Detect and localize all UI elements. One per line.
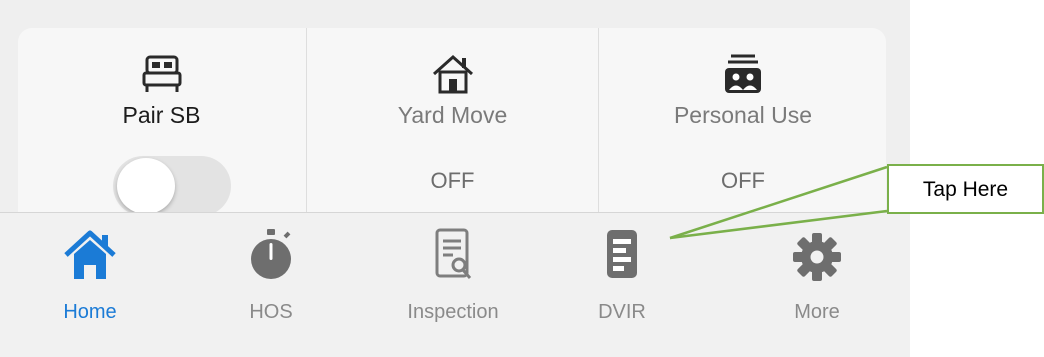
- stopwatch-icon: [251, 229, 291, 279]
- tap-here-callout: Tap Here: [887, 164, 1044, 214]
- tab-inspection[interactable]: Inspection: [383, 213, 523, 343]
- tab-more-label: More: [794, 301, 840, 323]
- yard-move-cell[interactable]: Yard Move OFF: [306, 28, 598, 228]
- pair-sb-cell: Pair SB: [18, 28, 305, 228]
- house-icon: [432, 54, 473, 94]
- home-icon: [64, 230, 116, 279]
- tab-inspection-label: Inspection: [407, 301, 499, 323]
- inspection-icon: [435, 228, 472, 279]
- tab-more[interactable]: More: [747, 213, 887, 343]
- dvir-icon: [607, 230, 637, 278]
- personal-use-value: OFF: [721, 168, 765, 193]
- personal-use-label: Personal Use: [673, 102, 813, 128]
- bottom-tab-bar: Home HOS Inspection DVIR More: [0, 212, 910, 357]
- yard-move-value: OFF: [430, 168, 475, 193]
- tab-home[interactable]: Home: [20, 213, 160, 343]
- pair-sb-label: Pair SB: [122, 102, 201, 128]
- tab-dvir-label: DVIR: [598, 301, 646, 323]
- yard-move-label: Yard Move: [397, 102, 508, 128]
- bed-icon: [142, 55, 181, 92]
- tab-hos[interactable]: HOS: [201, 213, 341, 343]
- personal-use-icon: [725, 54, 761, 93]
- callout-text: Tap Here: [922, 178, 1009, 201]
- tab-dvir[interactable]: DVIR: [552, 213, 692, 343]
- gear-icon: [793, 233, 841, 281]
- tab-hos-label: HOS: [249, 301, 293, 323]
- pair-sb-toggle[interactable]: [113, 156, 231, 216]
- personal-use-cell[interactable]: Personal Use OFF: [598, 28, 886, 228]
- tab-home-label: Home: [63, 301, 117, 323]
- duty-status-card: Pair SB Yard Move OFF Personal Use OFF: [18, 28, 886, 228]
- toggle-knob: [117, 158, 175, 214]
